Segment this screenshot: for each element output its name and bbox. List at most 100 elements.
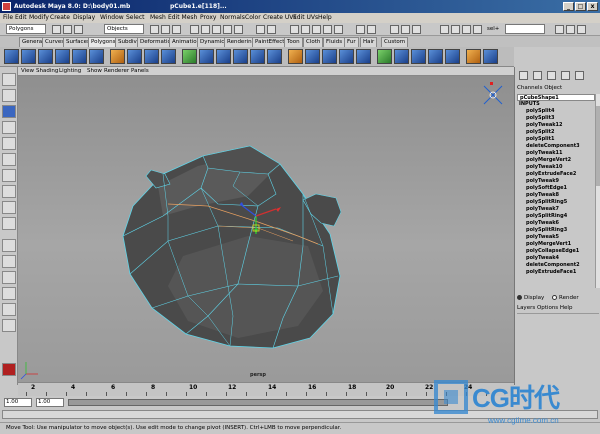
input-node-item[interactable]: polyTweak8 xyxy=(517,192,595,199)
input-node-item[interactable]: polyTweak6 xyxy=(517,220,595,227)
tab-polygons[interactable]: Polygons xyxy=(88,37,119,47)
input-node-item[interactable]: polyTweak11 xyxy=(517,150,595,157)
display-radio[interactable] xyxy=(517,295,522,300)
input-node-item[interactable]: polyExtrudeFace2 xyxy=(517,171,595,178)
input-node-item[interactable]: polyTweak7 xyxy=(517,206,595,213)
input-node-item[interactable]: polySplit3 xyxy=(517,115,595,122)
show-manipulator-icon[interactable] xyxy=(2,201,16,214)
channel-box-menu[interactable]: Channels Object xyxy=(517,85,562,91)
collapse-icon[interactable] xyxy=(322,49,337,64)
lasso-tool-icon[interactable] xyxy=(2,89,16,102)
vertex-mask-icon[interactable] xyxy=(190,25,199,34)
panel-menu-view[interactable]: View xyxy=(21,68,34,74)
rotate-tool-icon[interactable] xyxy=(2,137,16,150)
paint-select-tool-icon[interactable] xyxy=(2,105,16,118)
input-node-item[interactable]: polySplit2 xyxy=(517,129,595,136)
spherical-mapping-icon[interactable] xyxy=(411,49,426,64)
attribute-editor-icon[interactable] xyxy=(547,71,556,80)
menu-color[interactable]: Color xyxy=(245,14,261,21)
split-polygon-icon[interactable] xyxy=(233,49,248,64)
input-node-item[interactable]: polyTweak4 xyxy=(517,255,595,262)
hypershade-layout-icon[interactable] xyxy=(2,303,16,316)
input-node-item[interactable]: polySplit4 xyxy=(517,108,595,115)
shape-node-item[interactable]: pCubeShape1 xyxy=(517,94,595,101)
extrude-icon[interactable] xyxy=(182,49,197,64)
input-node-item[interactable]: polyTweak10 xyxy=(517,164,595,171)
input-node-item[interactable]: polyCollapseEdge1 xyxy=(517,248,595,255)
uv-mask-icon[interactable] xyxy=(223,25,232,34)
history-icon[interactable] xyxy=(356,25,365,34)
input-node-item[interactable]: polySplitRing4 xyxy=(517,213,595,220)
persp-outliner-layout-icon[interactable] xyxy=(2,271,16,284)
soft-modification-icon[interactable] xyxy=(2,185,16,198)
menu-create[interactable]: Create xyxy=(50,14,70,21)
offset-edge-loop-icon[interactable] xyxy=(267,49,282,64)
universal-manipulator-icon[interactable] xyxy=(2,169,16,182)
channel-box-icon[interactable] xyxy=(519,71,528,80)
channel-box-scrollbar[interactable] xyxy=(595,94,600,288)
bridge-icon[interactable] xyxy=(199,49,214,64)
harden-edge-icon[interactable] xyxy=(483,49,498,64)
menu-display[interactable]: Display xyxy=(73,14,95,21)
poly-plane-icon[interactable] xyxy=(72,49,87,64)
smooth-icon[interactable] xyxy=(161,49,176,64)
panel-menu-show[interactable]: Show xyxy=(87,68,102,74)
single-perspective-layout-icon[interactable] xyxy=(2,239,16,252)
select-by-component-icon[interactable] xyxy=(172,25,181,34)
quick-selection-field[interactable] xyxy=(505,24,545,34)
planar-mapping-icon[interactable] xyxy=(377,49,392,64)
poly-cube-icon[interactable] xyxy=(21,49,36,64)
uv-texture-editor-icon[interactable] xyxy=(445,49,460,64)
input-node-item[interactable]: polyMergeVert2 xyxy=(517,157,595,164)
menu-create-uvs[interactable]: Create UVs xyxy=(263,14,296,21)
panel-menu-lighting[interactable]: Lighting xyxy=(59,68,81,74)
render-settings-icon[interactable] xyxy=(412,25,421,34)
close-button[interactable]: x xyxy=(587,2,598,11)
menu-set-dropdown[interactable]: Polygons xyxy=(6,24,46,34)
menu-file[interactable]: File xyxy=(3,14,13,21)
poly-cylinder-icon[interactable] xyxy=(38,49,53,64)
show-attribute-editor-icon[interactable] xyxy=(555,25,564,34)
soften-edge-icon[interactable] xyxy=(466,49,481,64)
menu-help[interactable]: Help xyxy=(318,14,332,21)
insert-edge-loop-icon[interactable] xyxy=(250,49,265,64)
tab-cloth[interactable]: Cloth xyxy=(303,37,324,47)
select-by-object-icon[interactable] xyxy=(161,25,170,34)
poly-sphere-icon[interactable] xyxy=(4,49,19,64)
show-tool-settings-icon[interactable] xyxy=(566,25,575,34)
snap-plane-icon[interactable] xyxy=(323,25,332,34)
maya-app-icon[interactable] xyxy=(2,2,11,11)
outliner-icon[interactable] xyxy=(575,71,584,80)
input-node-item[interactable]: polyMergeVert1 xyxy=(517,241,595,248)
tab-custom[interactable]: Custom xyxy=(381,37,409,47)
menu-window[interactable]: Window xyxy=(100,14,124,21)
minimize-button[interactable]: _ xyxy=(563,2,574,11)
input-node-item[interactable]: polySplit1 xyxy=(517,136,595,143)
input-node-item[interactable]: polyTweak5 xyxy=(517,234,595,241)
automatic-mapping-icon[interactable] xyxy=(428,49,443,64)
snap-grid-icon[interactable] xyxy=(290,25,299,34)
ipr-render-icon[interactable] xyxy=(401,25,410,34)
last-tool-icon[interactable] xyxy=(2,217,16,230)
append-polygon-icon[interactable] xyxy=(216,49,231,64)
render-icon[interactable] xyxy=(390,25,399,34)
edge-mask-icon[interactable] xyxy=(201,25,210,34)
cylindrical-mapping-icon[interactable] xyxy=(394,49,409,64)
input-line-options-icon[interactable] xyxy=(451,25,460,34)
menu-edit-mesh[interactable]: Edit Mesh xyxy=(168,14,197,21)
snap-curve-icon[interactable] xyxy=(301,25,310,34)
input-node-item[interactable]: polySplitRing5 xyxy=(517,199,595,206)
menu-mesh[interactable]: Mesh xyxy=(150,14,166,21)
maximize-button[interactable]: □ xyxy=(575,2,586,11)
input-line-rename-icon[interactable] xyxy=(473,25,482,34)
panel-menu-panels[interactable]: Panels xyxy=(131,68,149,74)
range-bar[interactable] xyxy=(68,399,448,406)
merge-edge-icon[interactable] xyxy=(305,49,320,64)
tab-toon[interactable]: Toon xyxy=(284,37,303,47)
separate-icon[interactable] xyxy=(127,49,142,64)
input-node-item[interactable]: polyTweak12 xyxy=(517,122,595,129)
extract-icon[interactable] xyxy=(144,49,159,64)
panel-menu-shading[interactable]: Shading xyxy=(36,68,58,74)
tab-hair[interactable]: Hair xyxy=(360,37,378,47)
input-node-item[interactable]: polyTweak9 xyxy=(517,178,595,185)
